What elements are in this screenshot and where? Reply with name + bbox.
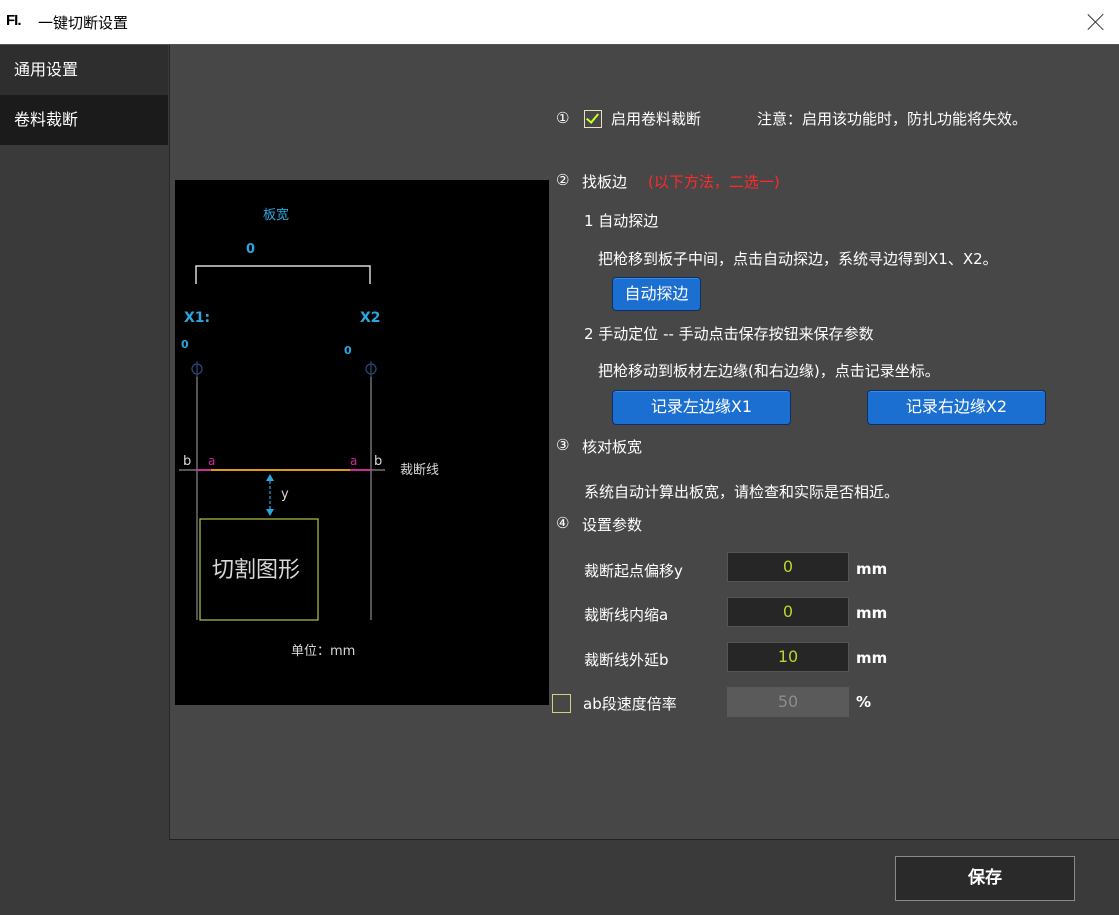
param-y-input[interactable]: 0: [727, 552, 849, 582]
step3-number: ③: [556, 436, 570, 454]
param-b-unit: mm: [856, 649, 888, 667]
x2-marker-icon: [365, 361, 377, 377]
cut-diagram: 板宽 0 X1: X2 0 0 b a a b 裁断线 y 切割图形 单位：mm: [175, 180, 549, 705]
speed-ratio-input[interactable]: 50: [727, 687, 849, 717]
param-a-input[interactable]: 0: [727, 597, 849, 627]
step2-hint: (以下方法，二选一): [648, 173, 780, 191]
sidebar: 通用设置 卷料裁断: [0, 45, 168, 151]
speed-ratio-label: ab段速度倍率: [583, 695, 677, 713]
diagram-width-label: 板宽: [263, 207, 289, 223]
diagram-x1-label: X1:: [184, 310, 210, 326]
diagram-unit-label: 单位：mm: [291, 644, 355, 659]
diagram-width-value: 0: [246, 242, 255, 257]
enable-coil-cut-checkbox[interactable]: [584, 110, 602, 128]
method1-title: 1 自动探边: [584, 212, 659, 230]
width-bracket: [195, 265, 371, 284]
method2-desc: 把枪移动到板材左边缘(和右边缘)，点击记录坐标。: [598, 362, 940, 380]
window-body: 通用设置 卷料裁断 板宽 0 X1: X2 0 0 b a a b 裁断线 y …: [0, 44, 1119, 915]
diagram-y-label: y: [281, 487, 289, 502]
record-right-edge-button[interactable]: 记录右边缘X2: [867, 390, 1046, 425]
diagram-cut-line-label: 裁断线: [400, 462, 439, 478]
param-b-input[interactable]: 10: [727, 642, 849, 672]
method2-title: 2 手动定位 -- 手动点击保存按钮来保存参数: [584, 325, 874, 343]
app-logo: FI.: [6, 12, 21, 29]
title-bar: FI. 一键切断设置: [0, 0, 1119, 44]
step4-number: ④: [556, 514, 570, 532]
param-b-label: 裁断线外延b: [584, 651, 669, 669]
diagram-shape-label: 切割图形: [212, 558, 300, 583]
diagram-b-right: b: [374, 454, 382, 469]
param-a-label: 裁断线内缩a: [584, 606, 669, 624]
diagram-a-left: a: [208, 454, 215, 468]
param-y-unit: mm: [856, 560, 888, 578]
speed-ratio-unit: %: [856, 693, 872, 711]
window-title: 一键切断设置: [38, 14, 129, 32]
close-icon[interactable]: [1086, 12, 1106, 32]
param-y-label: 裁断起点偏移y: [584, 562, 683, 580]
auto-detect-button[interactable]: 自动探边: [612, 277, 701, 311]
footer: 保存: [169, 841, 1119, 915]
diagram-a-right: a: [350, 454, 357, 468]
step4-title: 设置参数: [582, 516, 643, 534]
main-panel: 板宽 0 X1: X2 0 0 b a a b 裁断线 y 切割图形 单位：mm…: [169, 45, 1119, 840]
speed-ratio-checkbox[interactable]: [552, 694, 571, 713]
sidebar-item-coil-cut[interactable]: 卷料裁断: [0, 95, 168, 145]
step3-desc: 系统自动计算出板宽，请检查和实际是否相近。: [584, 483, 900, 501]
step2-title: 找板边: [582, 173, 628, 191]
enable-note: 注意：启用该功能时，防扎功能将失效。: [757, 110, 1028, 128]
save-button[interactable]: 保存: [895, 856, 1075, 901]
step1-number: ①: [556, 109, 570, 127]
sidebar-item-general[interactable]: 通用设置: [0, 45, 168, 95]
diagram-x2-label: X2: [360, 310, 381, 326]
x1-marker-icon: [191, 361, 203, 377]
param-a-unit: mm: [856, 604, 888, 622]
diagram-b-left: b: [183, 454, 191, 469]
diagram-x1-value: 0: [181, 338, 189, 351]
enable-coil-cut-label: 启用卷料裁断: [611, 110, 702, 128]
step2-number: ②: [556, 171, 570, 189]
step3-title: 核对板宽: [582, 438, 643, 456]
record-left-edge-button[interactable]: 记录左边缘X1: [612, 390, 791, 425]
method1-desc: 把枪移到板子中间，点击自动探边，系统寻边得到X1、X2。: [598, 250, 998, 268]
diagram-x2-value: 0: [344, 344, 352, 357]
